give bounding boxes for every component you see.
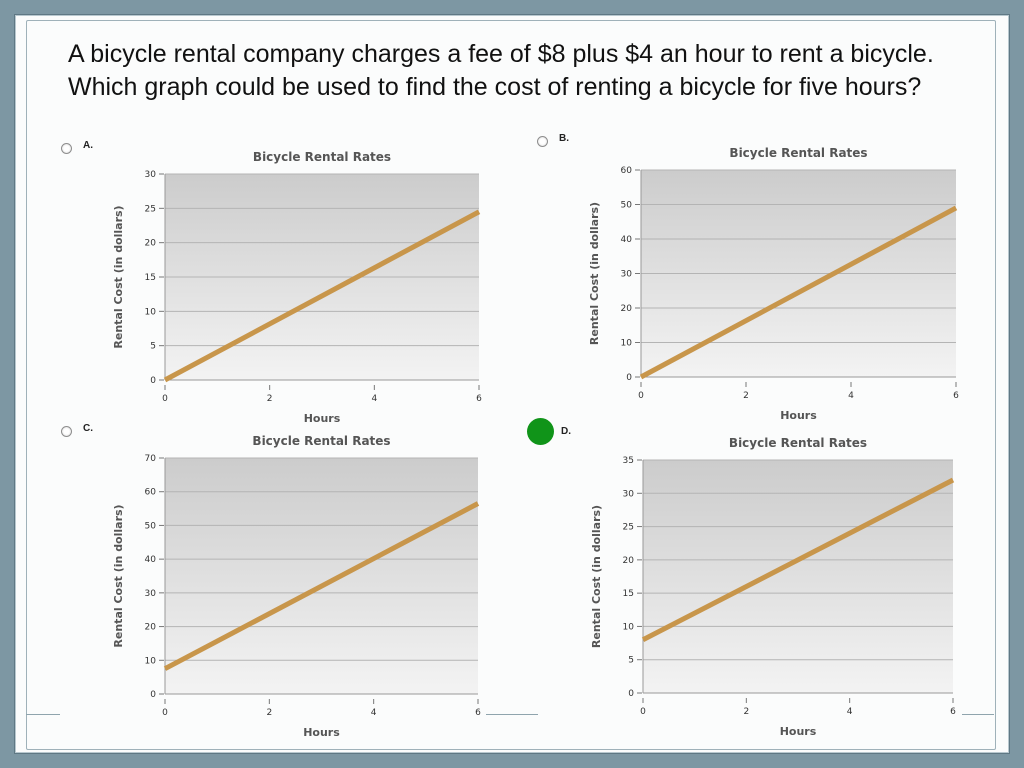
y-tick-label: 0 (628, 689, 634, 699)
option-b-radio[interactable] (537, 136, 548, 147)
x-tick-label: 2 (267, 394, 273, 404)
x-tick-label: 0 (162, 394, 168, 404)
option-a-radio[interactable] (61, 143, 72, 154)
y-tick-label: 0 (150, 690, 156, 700)
chart-title: Bicycle Rental Rates (252, 434, 390, 448)
x-tick-label: 0 (638, 391, 644, 401)
x-tick-label: 4 (847, 707, 853, 717)
y-tick-label: 5 (150, 342, 156, 352)
question-text: A bicycle rental company charges a fee o… (68, 40, 934, 101)
y-tick-label: 15 (145, 273, 156, 283)
chart-option-c: Bicycle Rental Rates 0 10 20 30 40 50 60 70 0 2 4 6 H… (112, 434, 481, 739)
y-tick-label: 30 (621, 270, 633, 280)
x-tick-label: 0 (640, 707, 646, 717)
x-tick-label: 6 (475, 708, 481, 718)
x-tick-label: 2 (743, 707, 749, 717)
y-tick-label: 25 (623, 523, 634, 533)
y-tick-label: 20 (145, 239, 157, 249)
chart-option-d: Bicycle Rental Rates 0 5 10 15 20 25 30 35 0 2 4 6 Ho… (590, 436, 956, 738)
y-tick-label: 15 (623, 589, 634, 599)
x-axis-label: Hours (780, 725, 817, 738)
y-tick-label: 25 (145, 204, 156, 214)
y-tick-label: 70 (145, 454, 157, 464)
chart-option-b: Bicycle Rental Rates01020304050600 2 4 6Hou… (588, 146, 959, 422)
decorative-line-left (26, 714, 60, 715)
option-b-label: B. (559, 133, 569, 144)
chart-title: Bicycle Rental Rates (253, 150, 391, 164)
x-tick-label: 2 (266, 708, 272, 718)
y-tick-label: 40 (145, 555, 157, 565)
chart-title: Bicycle Rental Rates (729, 436, 867, 450)
y-tick-label: 60 (621, 166, 633, 176)
y-tick-label: 10 (145, 656, 157, 666)
option-c-radio[interactable] (61, 426, 72, 437)
y-tick-label: 30 (145, 589, 157, 599)
plot-area (643, 460, 953, 693)
y-tick-label: 40 (621, 235, 633, 245)
x-tick-label: 4 (371, 708, 377, 718)
option-c-label: C. (83, 423, 93, 434)
y-tick-label: 35 (623, 456, 634, 466)
x-tick-label: 0 (162, 708, 168, 718)
y-axis-label: Rental Cost (in dollars) (588, 202, 601, 345)
y-tick-label: 30 (623, 489, 635, 499)
x-tick-label: 2 (743, 391, 749, 401)
y-tick-label: 20 (623, 556, 635, 566)
y-tick-label: 10 (621, 339, 633, 349)
plot-area (165, 458, 478, 694)
y-axis-label: Rental Cost (in dollars) (590, 505, 603, 648)
y-tick-label: 10 (623, 622, 635, 632)
chart-option-a: Bicycle Rental Rates0510152025300 2 4 6Hour… (112, 150, 482, 425)
y-tick-label: 20 (621, 304, 633, 314)
y-tick-label: 20 (145, 623, 157, 633)
y-tick-label: 60 (145, 488, 157, 498)
x-axis-label: Hours (303, 726, 340, 739)
y-tick-label: 0 (626, 373, 632, 383)
y-tick-label: 50 (145, 521, 157, 531)
y-axis-label: Rental Cost (in dollars) (112, 504, 125, 647)
y-tick-label: 5 (628, 656, 634, 666)
x-tick-label: 4 (371, 394, 377, 404)
y-tick-label: 10 (145, 307, 157, 317)
y-axis-label: Rental Cost (in dollars) (112, 205, 125, 348)
y-tick-label: 30 (145, 170, 157, 180)
y-tick-label: 0 (150, 376, 156, 386)
x-tick-label: 6 (476, 394, 482, 404)
y-tick-label: 50 (621, 201, 633, 211)
option-d-label: D. (561, 426, 571, 437)
x-tick-label: 4 (848, 391, 854, 401)
x-tick-label: 6 (953, 391, 959, 401)
chart-title: Bicycle Rental Rates (729, 146, 867, 160)
option-d-selected-indicator[interactable] (527, 418, 554, 445)
option-a-label: A. (83, 140, 93, 151)
x-tick-label: 6 (950, 707, 956, 717)
